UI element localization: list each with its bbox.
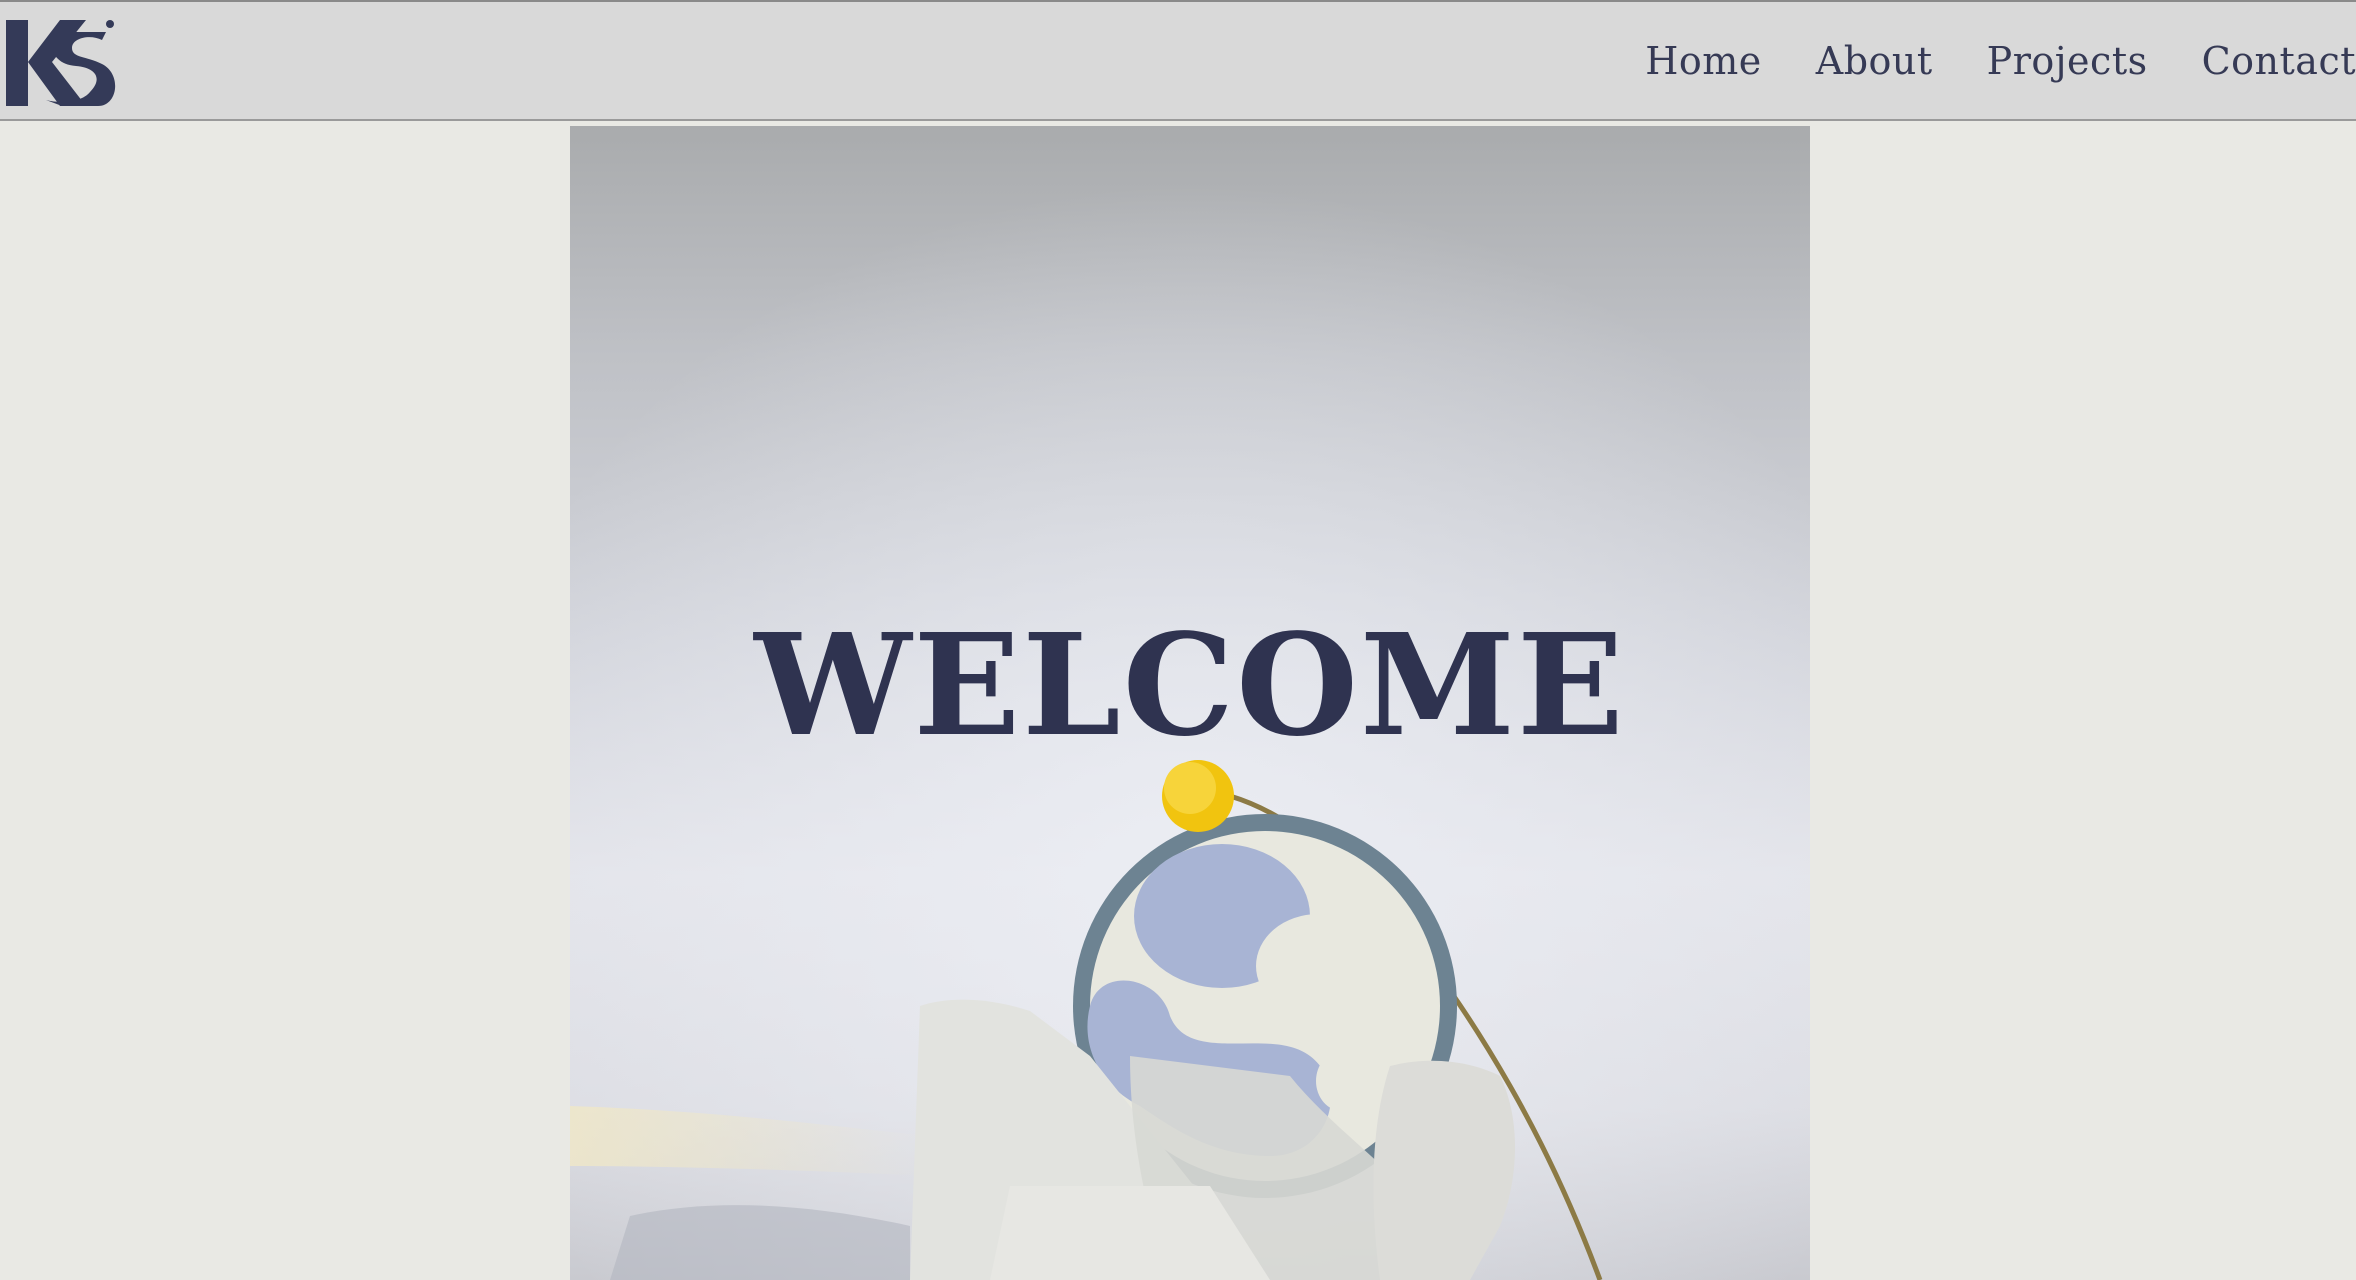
hero-image: WELCOME — [570, 126, 1810, 1280]
nav-link-about[interactable]: About — [1816, 39, 1933, 83]
nav-link-projects[interactable]: Projects — [1987, 39, 2148, 83]
nav-link-home[interactable]: Home — [1645, 39, 1762, 83]
nav-link-contact[interactable]: Contact — [2202, 39, 2356, 83]
welcome-heading: WELCOME — [754, 604, 1626, 768]
site-header: Home About Projects Contact — [0, 0, 2356, 121]
ks-logo-icon[interactable] — [6, 14, 116, 106]
main-nav: Home About Projects Contact — [1591, 2, 2356, 119]
